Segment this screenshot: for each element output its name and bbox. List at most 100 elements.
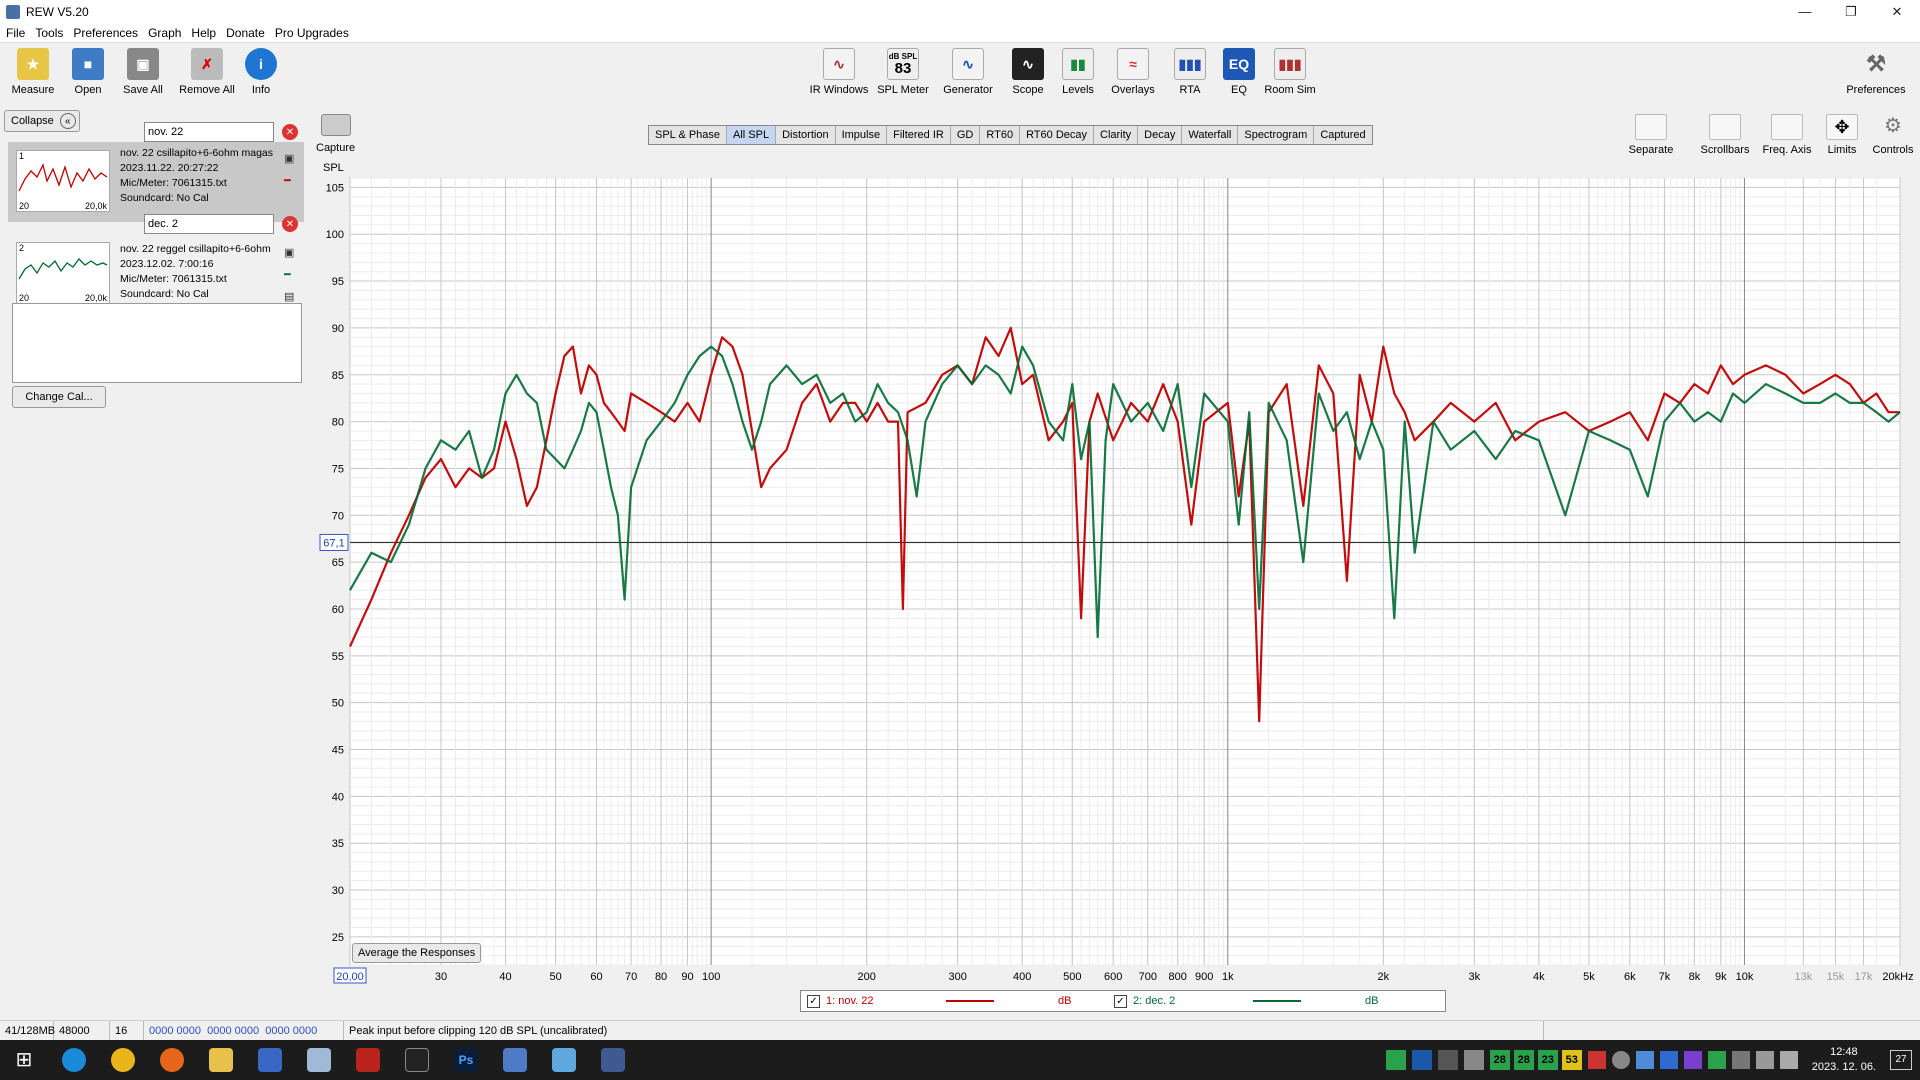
tray-red-icon[interactable] <box>1587 1051 1606 1069</box>
y-tick-label: 55 <box>332 651 344 663</box>
x-tick-label: 7k <box>1659 971 1671 983</box>
x-tick-label: 90 <box>681 971 693 983</box>
series-2-label: 2: dec. 2 <box>1133 995 1176 1007</box>
x-tick-label: 6k <box>1624 971 1636 983</box>
tray-temp-4: 53 <box>1561 1050 1582 1070</box>
nvidia-icon[interactable] <box>1385 1050 1406 1070</box>
status-bitdepth: 16 Bit <box>110 1020 144 1057</box>
y-tick-label: 25 <box>332 932 344 944</box>
status-bar: 41/128MB 48000 Hz 16 Bit 0000 0000 0000 … <box>0 1020 1920 1057</box>
y-tick-label: 90 <box>332 323 344 335</box>
y-tick-label: 80 <box>332 417 344 429</box>
x-tick-label: 800 <box>1169 971 1187 983</box>
x-tick-label: 1k <box>1222 971 1234 983</box>
system-tray: 28 28 23 53 12:48 2023. 12. 06. 27 <box>1385 1040 1920 1080</box>
y-tick-label: 35 <box>332 838 344 850</box>
tray-printer-icon[interactable] <box>1437 1050 1458 1070</box>
tray-defender-icon[interactable] <box>1707 1051 1726 1069</box>
x-tick-label: 500 <box>1063 971 1081 983</box>
x-tick-label: 70 <box>625 971 637 983</box>
x-tick-label: 20,00 <box>336 971 364 983</box>
status-levels: 0000 0000 0000 0000 0000 0000 <box>144 1020 344 1041</box>
tray-gear-icon[interactable] <box>1635 1051 1654 1069</box>
series-1-label: 1: nov. 22 <box>826 995 874 1007</box>
x-tick-label: 20kHz <box>1882 971 1913 983</box>
y-tick-label: 85 <box>332 370 344 382</box>
x-tick-label: 13k <box>1794 971 1812 983</box>
tray-temp-1: 28 <box>1489 1050 1510 1070</box>
series-2-checkbox[interactable]: ✓ <box>1114 994 1127 1008</box>
x-tick-label: 50 <box>549 971 561 983</box>
x-tick-label: 60 <box>590 971 602 983</box>
series-1-unit: dB <box>1058 995 1072 1007</box>
y-tick-label: 30 <box>332 885 344 897</box>
spl-graph[interactable]: 20,00 30 40 50 60 70 80 90 100 200 300 400 500 600 700… <box>0 0 1920 990</box>
x-tick-label: 4k <box>1533 971 1545 983</box>
battery-icon[interactable] <box>1731 1051 1750 1069</box>
x-tick-label: 8k <box>1689 971 1701 983</box>
rew-taskbar-icon[interactable] <box>601 1048 625 1072</box>
series-2-unit: dB <box>1365 995 1379 1007</box>
volume-icon[interactable] <box>1779 1051 1798 1069</box>
x-tick-label: 15k <box>1827 971 1845 983</box>
x-tick-label: 30 <box>435 971 447 983</box>
x-tick-label: 5k <box>1583 971 1595 983</box>
status-samplerate: 48000 Hz <box>54 1020 110 1057</box>
firefox-icon[interactable] <box>160 1048 184 1072</box>
edge-icon[interactable] <box>62 1048 86 1072</box>
status-memory: 41/128MB <box>0 1020 55 1041</box>
chrome-icon[interactable] <box>111 1048 135 1072</box>
y-tick-label: 95 <box>332 276 344 288</box>
y-tick-label: 45 <box>332 745 344 757</box>
x-tick-label: 600 <box>1104 971 1122 983</box>
x-tick-label: 200 <box>857 971 875 983</box>
graph-legend: ✓ 1: nov. 22 dB ✓ 2: dec. 2 dB <box>800 990 1446 1012</box>
tray-temp-3: 23 <box>1537 1050 1558 1070</box>
series-1-swatch <box>946 1000 994 1002</box>
tray-round-icon[interactable] <box>1611 1051 1630 1069</box>
tray-temp-2: 28 <box>1513 1050 1534 1070</box>
y-tick-label: 70 <box>332 510 344 522</box>
x-tick-label: 400 <box>1013 971 1031 983</box>
y-tick-label: 105 <box>326 182 344 194</box>
app-red-icon[interactable] <box>356 1048 380 1072</box>
notifications-icon[interactable]: 27 <box>1890 1050 1912 1070</box>
tray-shield-icon[interactable] <box>1659 1051 1678 1069</box>
x-tick-label: 40 <box>499 971 511 983</box>
cursor-label: 67,1 <box>323 537 344 549</box>
vegas-icon[interactable] <box>405 1048 429 1072</box>
cloud-icon[interactable] <box>1463 1050 1484 1070</box>
x-tick-label: 2k <box>1378 971 1390 983</box>
y-tick-label: 65 <box>332 557 344 569</box>
average-responses-button[interactable]: Average the Responses <box>352 943 482 963</box>
window-app-icon[interactable] <box>503 1048 527 1072</box>
x-tick-label: 700 <box>1139 971 1157 983</box>
y-tick-label: 60 <box>332 604 344 616</box>
photoshop-icon[interactable]: Ps <box>454 1048 478 1072</box>
tray-nu-icon[interactable] <box>1683 1051 1702 1069</box>
windows-start-icon[interactable]: ⊞ <box>12 1048 36 1072</box>
notepad-icon[interactable] <box>307 1048 331 1072</box>
file-explorer-icon[interactable] <box>209 1048 233 1072</box>
status-peak: Peak input before clipping 120 dB SPL (u… <box>344 1020 1544 1041</box>
x-tick-label: 80 <box>655 971 667 983</box>
x-tick-label: 100 <box>702 971 720 983</box>
y-tick-label: 75 <box>332 463 344 475</box>
x-tick-label: 300 <box>948 971 966 983</box>
series-2-swatch <box>1253 1000 1301 1002</box>
x-tick-label: 9k <box>1715 971 1727 983</box>
taskbar: ⊞ Ps 28 28 23 53 12:48 2023. 12. 06. 27 <box>0 1040 1920 1080</box>
x-tick-label: 3k <box>1469 971 1481 983</box>
clock[interactable]: 12:48 2023. 12. 06. <box>1812 1045 1876 1075</box>
y-tick-label: 100 <box>326 229 344 241</box>
notepad-plus-icon[interactable] <box>552 1048 576 1072</box>
series-1-checkbox[interactable]: ✓ <box>807 994 820 1008</box>
x-tick-label: 900 <box>1195 971 1213 983</box>
x-tick-label: 10k <box>1736 971 1754 983</box>
save-app-icon[interactable] <box>258 1048 282 1072</box>
y-tick-label: 40 <box>332 791 344 803</box>
x-tick-label: 17k <box>1855 971 1873 983</box>
wifi-icon[interactable] <box>1755 1051 1774 1069</box>
tray-app-icon[interactable] <box>1411 1050 1432 1070</box>
y-tick-label: 50 <box>332 698 344 710</box>
